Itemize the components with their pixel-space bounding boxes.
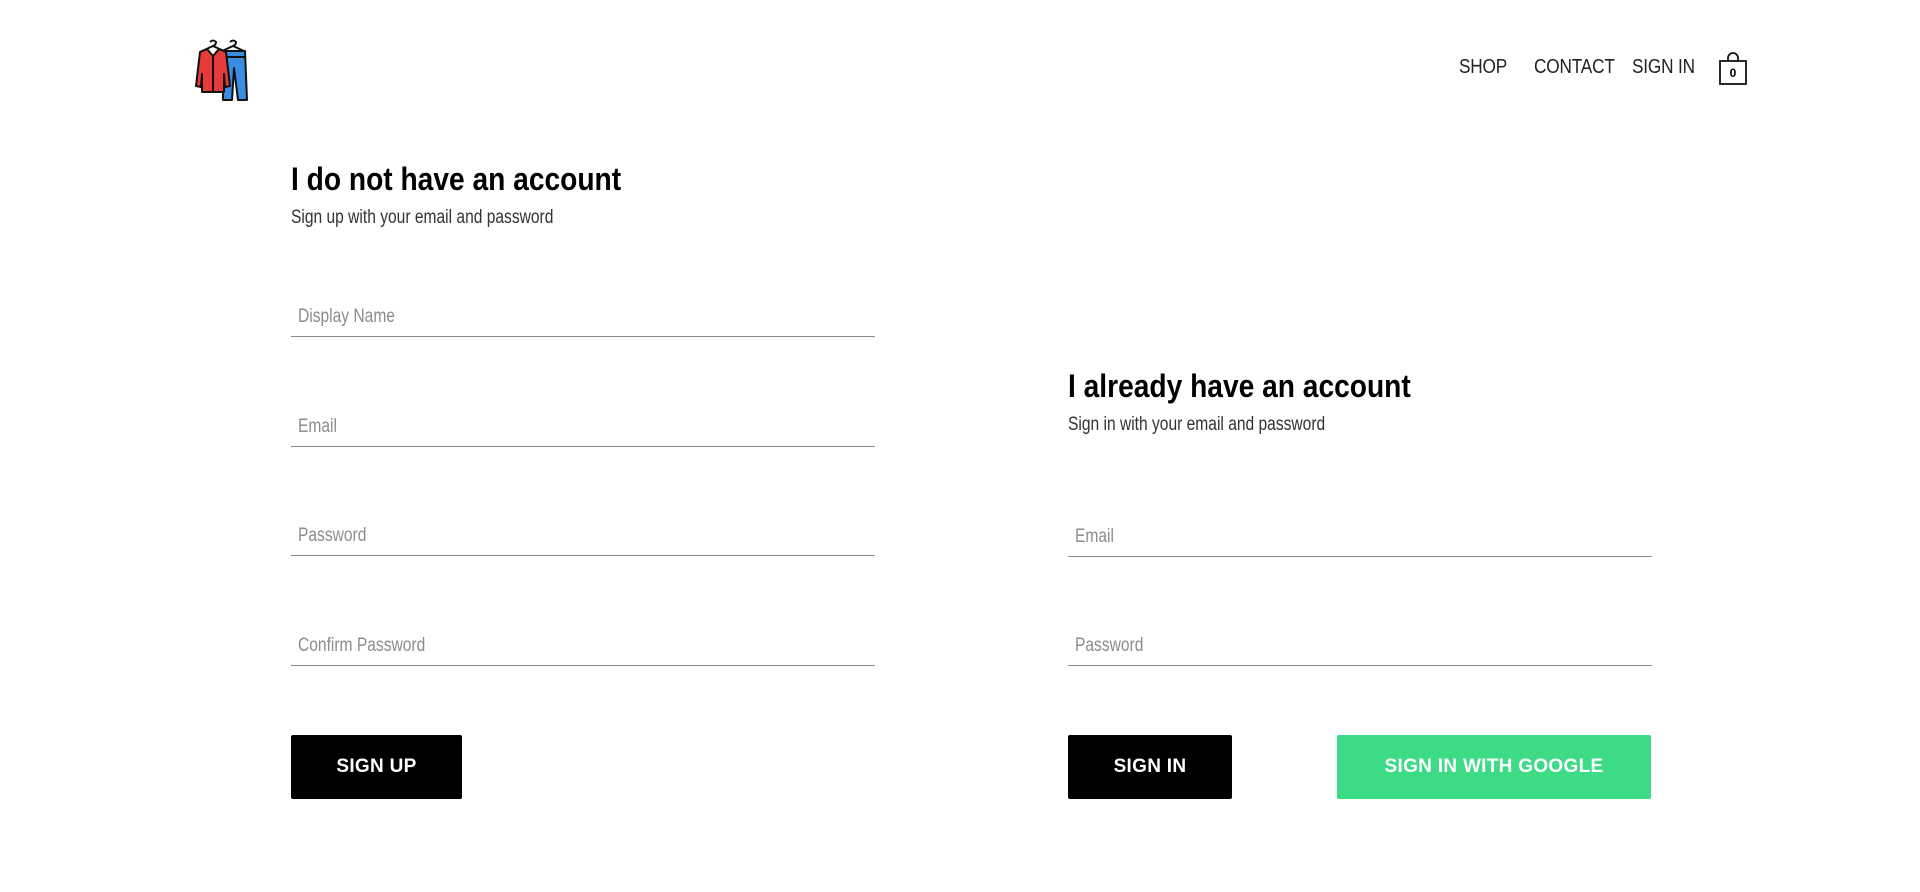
- cart-item-count: 0: [1729, 66, 1737, 80]
- sign-up-password-input[interactable]: [291, 521, 868, 551]
- nav-sign-in-link[interactable]: SIGN IN: [1632, 56, 1695, 79]
- nav-contact-link[interactable]: CONTACT: [1534, 56, 1615, 79]
- sign-up-email-field[interactable]: Email: [291, 412, 875, 447]
- sign-in-email-input[interactable]: [1068, 522, 1645, 552]
- site-header: SHOP CONTACT SIGN IN 0: [0, 0, 1920, 140]
- confirm-password-field[interactable]: Confirm Password: [291, 631, 875, 666]
- sign-up-subtitle: Sign up with your email and password: [291, 207, 554, 228]
- main-nav: SHOP CONTACT SIGN IN: [0, 56, 1920, 86]
- sign-up-email-input[interactable]: [291, 412, 868, 442]
- sign-in-button[interactable]: SIGN IN: [1068, 735, 1232, 799]
- display-name-input[interactable]: [291, 302, 868, 332]
- sign-in-title: I already have an account: [1068, 368, 1411, 404]
- sign-in-section: I already have an account Sign in with y…: [1068, 363, 1652, 799]
- confirm-password-input[interactable]: [291, 631, 868, 661]
- sign-up-button[interactable]: SIGN UP: [291, 735, 462, 799]
- sign-up-title: I do not have an account: [291, 161, 622, 197]
- sign-in-subtitle: Sign in with your email and password: [1068, 414, 1326, 435]
- sign-up-password-field[interactable]: Password: [291, 521, 875, 556]
- sign-up-section: I do not have an account Sign up with yo…: [291, 156, 875, 799]
- sign-in-password-input[interactable]: [1068, 631, 1645, 661]
- shopping-bag-icon[interactable]: 0: [1718, 52, 1748, 86]
- sign-in-password-field[interactable]: Password: [1068, 631, 1652, 666]
- sign-in-email-field[interactable]: Email: [1068, 522, 1652, 557]
- sign-in-with-google-button[interactable]: SIGN IN WITH GOOGLE: [1337, 735, 1651, 799]
- nav-shop-link[interactable]: SHOP: [1459, 56, 1507, 79]
- display-name-field[interactable]: Display Name: [291, 302, 875, 337]
